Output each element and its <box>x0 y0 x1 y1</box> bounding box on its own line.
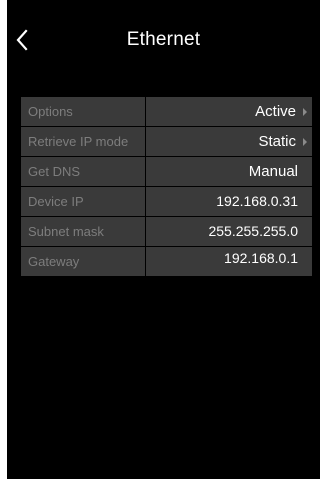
setting-row-device-ip[interactable]: Device IP 192.168.0.31 <box>21 187 312 216</box>
setting-value-text: 255.255.255.0 <box>208 223 298 239</box>
setting-row-subnet-mask[interactable]: Subnet mask 255.255.255.0 <box>21 217 312 246</box>
setting-label: Subnet mask <box>21 217 145 246</box>
setting-value-text: 192.168.0.1 <box>224 250 298 266</box>
setting-value-options[interactable]: Active <box>146 97 312 126</box>
setting-value-device-ip[interactable]: 192.168.0.31 <box>146 187 312 216</box>
page-title: Ethernet <box>126 29 201 50</box>
settings-table: Options Active Retrieve IP mode Static G… <box>21 97 312 277</box>
setting-row-get-dns[interactable]: Get DNS Manual <box>21 157 312 186</box>
setting-value-get-dns[interactable]: Manual <box>146 157 312 186</box>
setting-row-retrieve-ip-mode[interactable]: Retrieve IP mode Static <box>21 127 312 156</box>
setting-label: Device IP <box>21 187 145 216</box>
setting-value-retrieve-ip-mode[interactable]: Static <box>146 127 312 156</box>
setting-label: Gateway <box>21 247 145 276</box>
setting-value-gateway[interactable]: 192.168.0.1 <box>146 247 312 276</box>
setting-label: Retrieve IP mode <box>21 127 145 156</box>
setting-value-text: Active <box>255 103 296 120</box>
setting-label: Get DNS <box>21 157 145 186</box>
chevron-right-icon <box>303 138 307 146</box>
chevron-right-icon <box>303 108 307 116</box>
setting-row-options[interactable]: Options Active <box>21 97 312 126</box>
setting-label: Options <box>21 97 145 126</box>
setting-value-text: Static <box>258 133 296 150</box>
setting-row-gateway[interactable]: Gateway 192.168.0.1 <box>21 247 312 276</box>
setting-value-subnet-mask[interactable]: 255.255.255.0 <box>146 217 312 246</box>
setting-value-text: 192.168.0.31 <box>216 193 298 209</box>
ethernet-screen: Ethernet Options Active Retrieve IP mode… <box>7 0 320 479</box>
setting-value-text: Manual <box>248 163 298 180</box>
